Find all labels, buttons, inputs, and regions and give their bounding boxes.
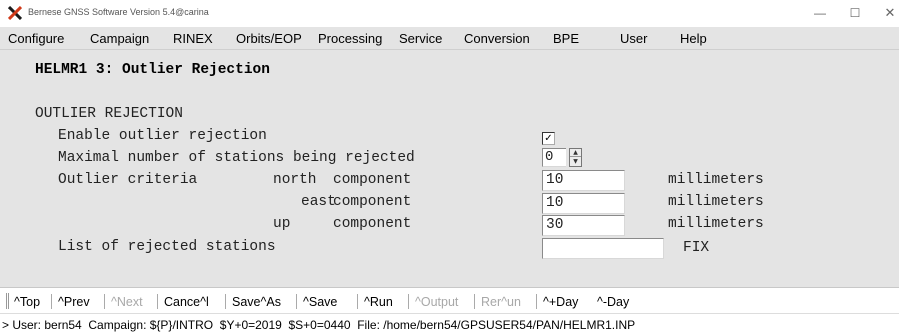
east-axis-label: east [301,194,336,210]
menu-bpe[interactable]: BPE [553,31,579,46]
toolbar-separator [536,294,537,309]
toolbar-separator [157,294,158,309]
toolbar-separator [51,294,52,309]
toolbar-separator [296,294,297,309]
menu-orbits-eop[interactable]: Orbits/EOP [236,31,302,46]
maximize-icon[interactable]: ☐ [840,3,870,23]
save-button[interactable]: ^Save [303,295,337,309]
cancel-button[interactable]: Cance^l [164,295,209,309]
north-axis-label: north [273,172,317,188]
up-component-label: component [333,216,412,232]
toolbar-separator [225,294,226,309]
status-text: > User: bern54 Campaign: ${P}/INTRO $Y+0… [2,318,636,332]
toolbar-separator [104,294,105,309]
spin-down-icon[interactable]: ▼ [570,158,581,166]
action-toolbar: ^Top ^Prev ^Next Cance^l Save^As ^Save ^… [0,289,899,313]
east-value-input[interactable]: 10 [542,193,625,214]
toolbar-separator [408,294,409,309]
window-title: Bernese GNSS Software Version 5.4@carina [28,7,209,17]
title-bar: Bernese GNSS Software Version 5.4@carina… [0,0,899,27]
menu-rinex[interactable]: RINEX [173,31,213,46]
menu-user[interactable]: User [620,31,647,46]
north-value-input[interactable]: 10 [542,170,625,191]
enable-outlier-checkbox[interactable]: ✓ [542,132,555,145]
rejected-stations-label: List of rejected stations [58,239,276,255]
max-stations-label: Maximal number of stations being rejecte… [58,150,415,166]
outlier-criteria-label: Outlier criteria [58,172,198,188]
north-unit-label: millimeters [668,172,764,188]
menu-conversion[interactable]: Conversion [464,31,530,46]
toolbar-separator [474,294,475,309]
status-bar: > User: bern54 Campaign: ${P}/INTRO $Y+0… [0,313,899,334]
spin-up-icon[interactable]: ▲ [570,149,581,157]
top-button[interactable]: ^Top [14,295,40,309]
toolbar-separator [357,294,358,309]
prev-button[interactable]: ^Prev [58,295,90,309]
plus-day-button[interactable]: ^+Day [543,295,578,309]
save-as-button[interactable]: Save^As [232,295,281,309]
checkmark-icon: ✓ [544,133,553,144]
section-title: OUTLIER REJECTION [35,106,183,122]
next-button[interactable]: ^Next [111,295,143,309]
menu-help[interactable]: Help [680,31,707,46]
max-stations-input[interactable]: 0 [542,148,566,167]
run-button[interactable]: ^Run [364,295,393,309]
close-icon[interactable]: ✕ [875,3,899,23]
rerun-button[interactable]: Rer^un [481,295,521,309]
up-unit-label: millimeters [668,216,764,232]
menu-service[interactable]: Service [399,31,442,46]
up-value-input[interactable]: 30 [542,215,625,236]
menu-campaign[interactable]: Campaign [90,31,149,46]
menu-configure[interactable]: Configure [8,31,64,46]
max-stations-spinner: ▲ ▼ [569,148,582,167]
input-panel: HELMR1 3: Outlier Rejection OUTLIER REJE… [0,50,899,288]
bernese-x-logo-icon [8,6,22,20]
page-title: HELMR1 3: Outlier Rejection [35,62,270,78]
menu-bar: Configure Campaign RINEX Orbits/EOP Proc… [0,27,899,50]
minus-day-button[interactable]: ^-Day [597,295,629,309]
east-unit-label: millimeters [668,194,764,210]
output-button[interactable]: ^Output [415,295,458,309]
rejected-stations-suffix: FIX [683,240,710,256]
enable-outlier-label: Enable outlier rejection [58,128,267,144]
east-component-label: component [333,194,412,210]
up-axis-label: up [273,216,291,232]
toolbar-grip-icon [6,293,9,309]
minimize-icon[interactable]: — [805,3,835,23]
north-component-label: component [333,172,412,188]
rejected-stations-input[interactable] [542,238,664,259]
menu-processing[interactable]: Processing [318,31,382,46]
